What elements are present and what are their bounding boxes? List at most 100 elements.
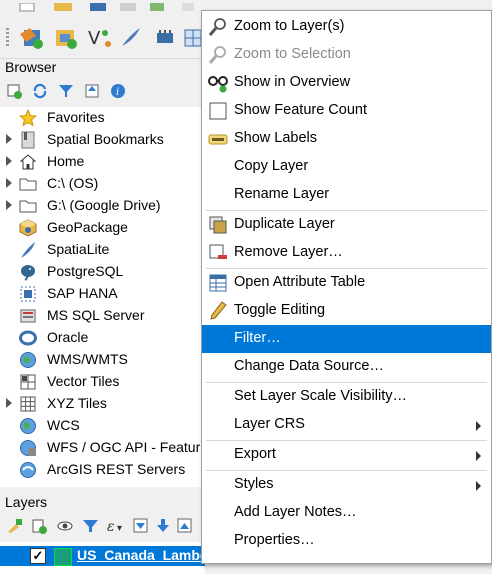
style-icon[interactable] bbox=[6, 517, 24, 538]
tree-item-g-drive[interactable]: G:\ (Google Drive) bbox=[0, 195, 205, 217]
add-group-icon[interactable] bbox=[30, 517, 48, 538]
collapse-all-icon[interactable] bbox=[176, 517, 194, 538]
menu-item-layer-crs[interactable]: Layer CRS bbox=[202, 411, 491, 439]
tree-item-arcgis-rest[interactable]: ArcGIS REST Servers bbox=[0, 459, 205, 481]
checkbox-icon[interactable] bbox=[208, 101, 228, 121]
tree-item-vector-tiles[interactable]: Vector Tiles bbox=[0, 371, 205, 393]
glasses-icon bbox=[208, 76, 228, 93]
menu-item-add-layer-notes[interactable]: Add Layer Notes… bbox=[202, 499, 491, 527]
tree-item-label: SpatiaLite bbox=[47, 241, 110, 257]
tree-item-label: C:\ (OS) bbox=[47, 175, 99, 191]
menu-item-remove-layer[interactable]: Remove Layer… bbox=[202, 239, 491, 267]
layer-symbol-swatch bbox=[54, 548, 72, 566]
add-vector-layer-icon[interactable] bbox=[18, 24, 44, 50]
tree-item-wcs[interactable]: WCS bbox=[0, 415, 205, 437]
tree-item-oracle[interactable]: Oracle bbox=[0, 327, 205, 349]
tree-item-spatial-bookmarks[interactable]: Spatial Bookmarks bbox=[0, 129, 205, 151]
menu-item-properties[interactable]: Properties… bbox=[202, 527, 491, 555]
menu-item-duplicate-layer[interactable]: Duplicate Layer bbox=[202, 211, 491, 239]
tree-item-label: Oracle bbox=[47, 329, 89, 345]
expand-all-icon[interactable] bbox=[132, 517, 150, 538]
menu-item-label: Show in Overview bbox=[234, 74, 351, 90]
svg-text:ε: ε bbox=[107, 519, 115, 535]
info-icon[interactable]: i bbox=[110, 83, 126, 102]
menu-item-filter[interactable]: Filter… bbox=[202, 325, 491, 353]
menu-item-set-scale-visibility[interactable]: Set Layer Scale Visibility… bbox=[202, 383, 491, 411]
add-raster-layer-icon[interactable] bbox=[52, 24, 78, 50]
layer-visibility-checkbox[interactable]: ✓ bbox=[30, 548, 46, 564]
toolbar-icons-partial[interactable] bbox=[0, 2, 205, 13]
layer-name: US_Canada_Lambert bbox=[77, 547, 218, 563]
tree-item-label: GeoPackage bbox=[47, 219, 128, 235]
menu-item-change-data-source[interactable]: Change Data Source… bbox=[202, 353, 491, 381]
expand-arrow-icon[interactable] bbox=[6, 156, 12, 166]
menu-item-copy-layer[interactable]: Copy Layer bbox=[202, 153, 491, 181]
tree-item-geopackage[interactable]: GeoPackage bbox=[0, 217, 205, 239]
tree-item-sap-hana[interactable]: SAP HANA bbox=[0, 283, 205, 305]
feather-icon bbox=[21, 242, 35, 258]
layer-context-menu: Zoom to Layer(s) Zoom to Selection Show … bbox=[201, 10, 492, 564]
tree-item-wms-wmts[interactable]: WMS/WMTS bbox=[0, 349, 205, 371]
layers-list: ✓ US_Canada_Lambert bbox=[0, 542, 218, 574]
tree-item-c-drive[interactable]: C:\ (OS) bbox=[0, 173, 205, 195]
menu-item-label: Change Data Source… bbox=[234, 358, 384, 374]
menu-item-label: Layer CRS bbox=[234, 416, 305, 432]
layers-panel-title: Layers bbox=[5, 494, 48, 510]
add-mesh-layer-icon[interactable] bbox=[152, 24, 178, 50]
arcgis-icon bbox=[20, 462, 36, 478]
table-icon bbox=[209, 274, 227, 292]
add-spatialite-icon[interactable] bbox=[118, 24, 144, 50]
menu-item-open-attribute-table[interactable]: Open Attribute Table bbox=[202, 269, 491, 297]
visibility-icon[interactable] bbox=[56, 517, 74, 538]
tree-item-label: Favorites bbox=[47, 109, 105, 125]
collapse-all-icon[interactable] bbox=[84, 83, 100, 102]
tree-item-spatialite[interactable]: SpatiaLite bbox=[0, 239, 205, 261]
tree-item-postgresql[interactable]: PostgreSQL bbox=[0, 261, 205, 283]
tree-item-home[interactable]: Home bbox=[0, 151, 205, 173]
tree-item-xyz-tiles[interactable]: XYZ Tiles bbox=[0, 393, 205, 415]
tree-item-favorites[interactable]: Favorites bbox=[0, 107, 205, 129]
geopackage-icon bbox=[19, 219, 37, 237]
add-selected-icon[interactable] bbox=[6, 83, 22, 102]
menu-item-label: Zoom to Selection bbox=[234, 46, 351, 62]
add-delimited-text-icon[interactable]: V bbox=[86, 24, 112, 50]
menu-item-label: Show Labels bbox=[234, 130, 318, 146]
oracle-icon bbox=[19, 330, 37, 346]
menu-item-show-in-overview[interactable]: Show in Overview bbox=[202, 69, 491, 97]
menu-item-export[interactable]: Export bbox=[202, 441, 491, 469]
filter-legend-icon[interactable] bbox=[82, 517, 100, 538]
tree-item-label: WCS bbox=[47, 417, 80, 433]
filter-icon[interactable] bbox=[58, 83, 74, 102]
globe-icon bbox=[20, 418, 36, 434]
menu-item-label: Toggle Editing bbox=[234, 302, 326, 318]
labels-icon bbox=[208, 134, 228, 145]
menu-item-styles[interactable]: Styles bbox=[202, 471, 491, 499]
expand-arrow-icon[interactable] bbox=[6, 134, 12, 144]
layer-row-selected[interactable]: ✓ US_Canada_Lambert bbox=[0, 546, 218, 566]
tree-item-label: XYZ Tiles bbox=[47, 395, 107, 411]
menu-item-label: Duplicate Layer bbox=[234, 216, 335, 232]
refresh-icon[interactable] bbox=[32, 83, 48, 102]
menu-item-rename-layer[interactable]: Rename Layer bbox=[202, 181, 491, 209]
tree-item-label: G:\ (Google Drive) bbox=[47, 197, 161, 213]
toolbar-grip[interactable] bbox=[6, 28, 9, 46]
menu-item-zoom-to-layer[interactable]: Zoom to Layer(s) bbox=[202, 13, 491, 41]
menu-item-zoom-to-selection[interactable]: Zoom to Selection bbox=[202, 41, 491, 69]
tree-item-label: SAP HANA bbox=[47, 285, 118, 301]
folder-icon bbox=[19, 200, 37, 213]
menu-item-show-labels[interactable]: Show Labels bbox=[202, 125, 491, 153]
expand-arrow-icon[interactable] bbox=[6, 178, 12, 188]
menu-item-toggle-editing[interactable]: Toggle Editing bbox=[202, 297, 491, 325]
expand-arrow-icon[interactable] bbox=[6, 398, 12, 408]
bookmark-icon bbox=[21, 131, 35, 149]
hana-icon bbox=[20, 286, 36, 302]
expand-arrow-icon[interactable] bbox=[6, 200, 12, 210]
menu-item-label: Properties… bbox=[234, 532, 315, 548]
expression-filter-icon[interactable]: ε ▾ bbox=[106, 517, 128, 538]
mssql-icon bbox=[20, 309, 36, 323]
zoom-icon bbox=[208, 18, 226, 36]
menu-item-show-feature-count[interactable]: Show Feature Count bbox=[202, 97, 491, 125]
tree-item-wfs[interactable]: WFS / OGC API - Featur bbox=[0, 437, 205, 459]
tree-item-ms-sql-server[interactable]: MS SQL Server bbox=[0, 305, 205, 327]
move-down-icon[interactable] bbox=[154, 517, 172, 538]
